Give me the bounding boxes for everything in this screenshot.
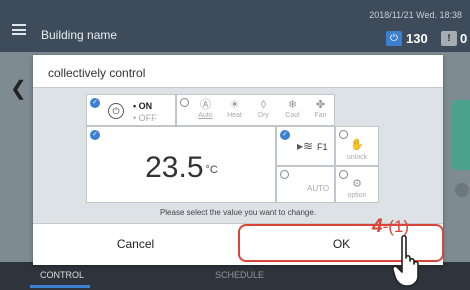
mode-dry-label: Dry xyxy=(258,112,269,119)
temperature-display: 23.5 °C xyxy=(87,151,276,185)
fan-speed-value: F1 xyxy=(317,142,328,152)
datetime: 2018/11/21 Wed. 18:38 xyxy=(369,10,462,20)
side-dot-icon xyxy=(455,183,469,197)
mode-heat[interactable]: ☀ Heat xyxy=(220,95,249,125)
warning-unit-count: 0 xyxy=(460,31,468,46)
unlock-label: unlock xyxy=(346,154,368,161)
pointing-hand-icon xyxy=(392,234,419,287)
power-on-option[interactable]: • ON xyxy=(133,101,152,111)
mode-cool[interactable]: ❄ Cool xyxy=(278,95,307,125)
mode-cool-label: Cool xyxy=(285,112,300,119)
hamburger-icon[interactable] xyxy=(12,24,26,35)
mode-cell: Ⓐ Auto ☀ Heat ◊ Dry ❄ Cool ✤ Fan xyxy=(176,94,335,126)
power-icon: ⏻ xyxy=(386,31,402,46)
mode-auto-label: Auto xyxy=(198,112,213,119)
auto-louver-label: AUTO xyxy=(307,184,330,193)
unlock-cell[interactable]: ✋ unlock xyxy=(335,126,379,166)
unchecked-icon[interactable] xyxy=(280,170,289,179)
step-label: 4-(1) xyxy=(372,216,409,237)
dry-drop-icon: ◊ xyxy=(260,99,267,111)
hand-unlock-icon: ✋ xyxy=(350,139,364,151)
auto-cell[interactable]: AUTO xyxy=(276,166,335,203)
fan-speed-cell[interactable]: ✓ ▸≋ F1 xyxy=(276,126,335,166)
cool-snowflake-icon: ❄ xyxy=(287,99,298,111)
checked-icon: ✓ xyxy=(90,98,100,108)
fan-icon: ✤ xyxy=(315,99,326,111)
power-off-option[interactable]: • OFF xyxy=(133,113,157,123)
checked-icon: ✓ xyxy=(90,130,100,140)
power-unit-count: 130 xyxy=(406,31,428,46)
mode-auto[interactable]: Ⓐ Auto xyxy=(191,95,220,125)
power-cell[interactable]: ✓ ⏻ • ON • OFF xyxy=(86,94,176,126)
heat-sun-icon: ☀ xyxy=(229,99,240,111)
nav-control-tab[interactable]: CONTROL xyxy=(40,270,84,280)
dialog-title: collectively control xyxy=(48,66,146,80)
checked-icon: ✓ xyxy=(280,130,290,140)
cancel-button[interactable]: Cancel xyxy=(33,224,238,265)
mode-fan[interactable]: ✤ Fan xyxy=(306,95,335,125)
top-bar: Building name 2018/11/21 Wed. 18:38 ⏻ 13… xyxy=(0,0,470,52)
nav-active-indicator xyxy=(30,285,90,288)
fan-speed-icon: ▸≋ xyxy=(297,139,314,153)
power-icon: ⏻ xyxy=(108,103,124,119)
mode-heat-label: Heat xyxy=(227,112,242,119)
option-label: option xyxy=(347,192,367,199)
mode-fan-label: Fan xyxy=(314,112,327,119)
temperature-cell[interactable]: ✓ 23.5 °C xyxy=(86,126,276,203)
warning-icon: ! xyxy=(441,31,457,46)
side-tab[interactable] xyxy=(452,100,470,170)
mode-dry[interactable]: ◊ Dry xyxy=(249,95,278,125)
gear-icon: ⚙ xyxy=(352,178,362,190)
step-number: 4 xyxy=(372,216,383,237)
unchecked-icon[interactable] xyxy=(180,98,189,107)
temperature-unit: °C xyxy=(205,164,218,176)
nav-schedule-tab[interactable]: SCHEDULE xyxy=(215,270,264,280)
option-cell[interactable]: ⚙ option xyxy=(335,166,379,203)
building-name: Building name xyxy=(41,28,118,42)
temperature-value: 23.5 xyxy=(145,151,204,184)
auto-mode-icon: Ⓐ xyxy=(200,99,211,111)
back-chevron-icon[interactable]: ❮ xyxy=(10,76,27,101)
